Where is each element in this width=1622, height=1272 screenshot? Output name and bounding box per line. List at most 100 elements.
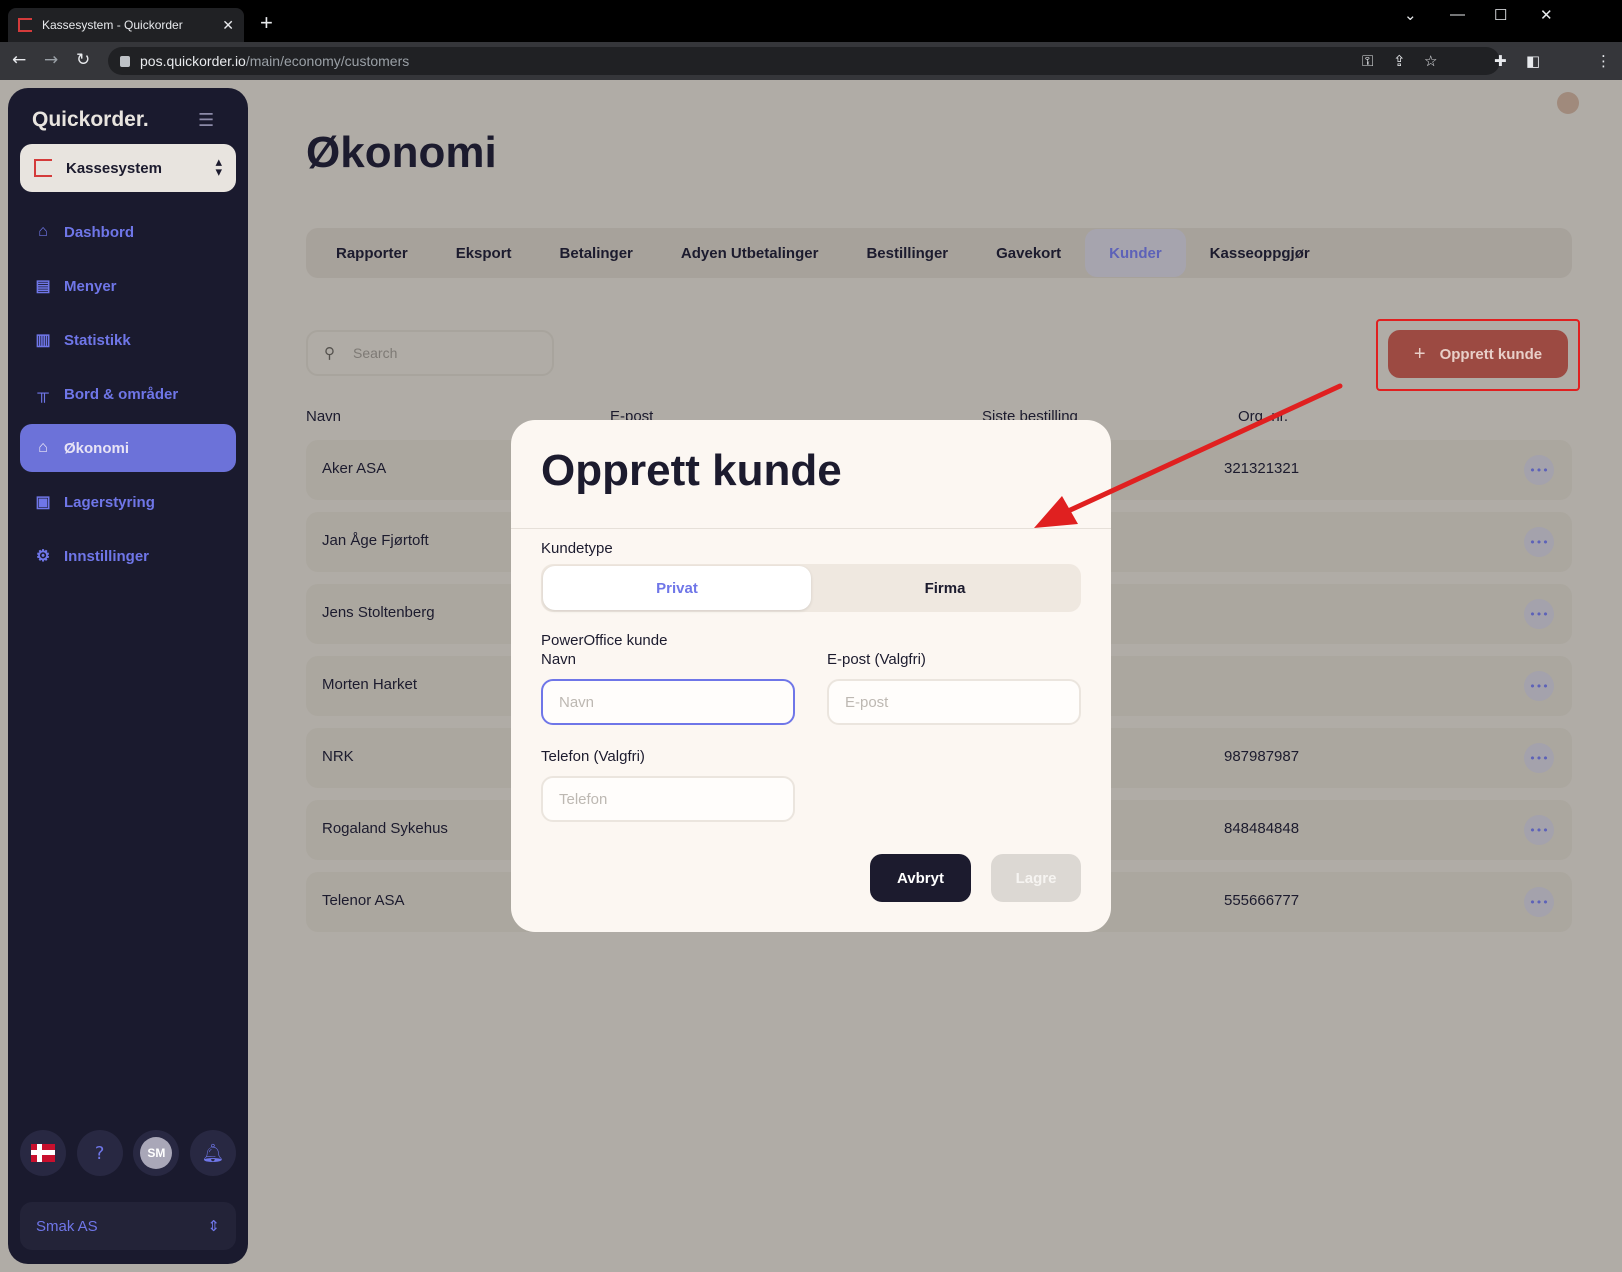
chevron-updown-icon: ⇕	[207, 1218, 220, 1235]
extensions-icon[interactable]: ✚	[1494, 52, 1507, 70]
more-options-icon[interactable]: •••	[1524, 815, 1554, 845]
customer-name: NRK	[322, 748, 354, 765]
sidebar-item-label: Lagerstyring	[64, 493, 155, 511]
organization-selector[interactable]: Smak AS ⇕	[20, 1202, 236, 1250]
brand-logo: Quickorder.	[32, 108, 149, 131]
more-options-icon[interactable]: •••	[1524, 671, 1554, 701]
chart-icon: ▥	[35, 332, 51, 349]
sidebar-item-label: Statistikk	[64, 331, 131, 349]
browser-tab-strip: Kassesystem - Quickorder ✕ + ⌄ — ☐ ✕	[0, 0, 1622, 42]
system-selector[interactable]: Kassesystem ▴ ▾	[20, 144, 236, 192]
close-window-icon[interactable]: ✕	[1540, 6, 1553, 24]
back-icon[interactable]: ←	[12, 50, 26, 70]
column-header-org-number: Org. nr.	[1238, 408, 1289, 425]
customer-name: Telenor ASA	[322, 892, 405, 909]
home-icon: ⌂	[38, 223, 48, 240]
customer-org-number: 987987987	[1224, 748, 1300, 765]
sidebar: Quickorder. ☰ Kassesystem ▴ ▾ ⌂ Dashbord ▤…	[8, 88, 248, 1264]
new-tab-icon[interactable]: +	[260, 10, 273, 36]
email-field[interactable]	[827, 679, 1081, 725]
name-label: Navn	[541, 651, 577, 668]
maximize-icon[interactable]: ☐	[1494, 6, 1507, 24]
search-placeholder: Search	[353, 345, 398, 361]
sidebar-item-label: Innstillinger	[64, 547, 150, 565]
sidebar-item-okonomi[interactable]: ⌂ Økonomi	[20, 424, 236, 472]
tab-search-icon[interactable]: ⌄	[1404, 6, 1417, 24]
sidebar-footer-actions: ? SM 🔔︎	[20, 1130, 236, 1176]
column-header-name: Navn	[306, 408, 342, 425]
kebab-menu-icon[interactable]: ⋮	[1596, 52, 1611, 70]
sidebar-item-label: Dashbord	[64, 223, 135, 241]
sidebar-item-label: Menyer	[64, 277, 117, 295]
book-icon: ▤	[35, 278, 51, 295]
cancel-button[interactable]: Avbryt	[870, 854, 971, 902]
more-options-icon[interactable]: •••	[1524, 599, 1554, 629]
more-options-icon[interactable]: •••	[1524, 887, 1554, 917]
tab-rapporter[interactable]: Rapporter	[312, 229, 432, 277]
customer-type-toggle: Privat Firma	[541, 564, 1081, 612]
customer-type-label: Kundetype	[541, 540, 613, 557]
segment-private[interactable]: Privat	[543, 566, 811, 610]
name-field[interactable]	[541, 679, 795, 725]
organization-label: Smak AS	[36, 1217, 98, 1235]
customer-name: Jens Stoltenberg	[322, 604, 435, 621]
minimize-icon[interactable]: —	[1450, 6, 1465, 23]
forward-icon[interactable]: →	[44, 50, 58, 70]
browser-tab[interactable]: Kassesystem - Quickorder ✕	[8, 8, 244, 42]
user-button[interactable]: SM	[133, 1130, 180, 1176]
tab-eksport[interactable]: Eksport	[432, 229, 536, 277]
page-title: Økonomi	[306, 128, 497, 177]
sidebar-item-lagerstyring[interactable]: ▣ Lagerstyring	[20, 478, 236, 526]
system-selector-label: Kassesystem	[66, 159, 162, 177]
key-icon[interactable]: ⚿	[1362, 52, 1373, 70]
sidebar-item-menyer[interactable]: ▤ Menyer	[20, 262, 236, 310]
language-button[interactable]	[20, 1130, 66, 1176]
archive-icon: ▣	[35, 494, 51, 511]
chevron-updown-icon: ▴ ▾	[215, 155, 222, 180]
customer-name: Aker ASA	[322, 460, 387, 477]
more-options-icon[interactable]: •••	[1524, 455, 1554, 485]
side-panel-icon[interactable]: ◧	[1526, 52, 1540, 70]
notifications-button[interactable]: 🔔︎	[189, 1130, 236, 1176]
url-path: /main/economy/customers	[245, 53, 410, 69]
sidebar-item-bord[interactable]: ╥ Bord & områder	[20, 370, 236, 418]
tab-betalinger[interactable]: Betalinger	[536, 229, 657, 277]
sidebar-item-dashbord[interactable]: ⌂ Dashbord	[20, 208, 236, 256]
sidebar-item-statistikk[interactable]: ▥ Statistikk	[20, 316, 236, 364]
sidebar-item-label: Økonomi	[64, 439, 130, 457]
star-icon[interactable]: ☆	[1424, 52, 1437, 70]
close-tab-icon[interactable]: ✕	[222, 17, 234, 34]
customer-name: Morten Harket	[322, 676, 418, 693]
browser-tab-title: Kassesystem - Quickorder	[42, 18, 183, 32]
create-customer-button[interactable]: + Opprett kunde	[1388, 330, 1568, 378]
sidebar-item-innstillinger[interactable]: ⚙ Innstillinger	[20, 532, 236, 580]
tab-kunder[interactable]: Kunder	[1085, 229, 1186, 277]
email-label: E-post (Valgfri)	[827, 651, 926, 668]
search-input[interactable]: ⚲ Search	[306, 330, 554, 376]
bell-icon: 🔔︎	[201, 1142, 225, 1164]
search-icon: ⚲	[324, 345, 335, 362]
tab-gavekort[interactable]: Gavekort	[972, 229, 1085, 277]
create-customer-dialog: Opprett kunde Kundetype Privat Firma Pow…	[511, 420, 1111, 932]
sidebar-item-label: Bord & områder	[64, 385, 179, 403]
phone-label: Telefon (Valgfri)	[541, 748, 645, 765]
tab-bestillinger[interactable]: Bestillinger	[842, 229, 972, 277]
avatar: SM	[140, 1137, 173, 1169]
segment-company[interactable]: Firma	[811, 566, 1079, 610]
help-button[interactable]: ?	[76, 1130, 123, 1176]
customer-org-number: 321321321	[1224, 460, 1300, 477]
url-bar[interactable]: pos.quickorder.io/main/economy/customers	[108, 47, 1500, 75]
collapse-sidebar-icon[interactable]: ☰	[198, 110, 214, 131]
phone-field[interactable]	[541, 776, 795, 822]
more-options-icon[interactable]: •••	[1524, 527, 1554, 557]
save-button[interactable]: Lagre	[991, 854, 1081, 902]
norway-flag-icon	[31, 1144, 55, 1162]
dialog-title: Opprett kunde	[541, 446, 842, 495]
customer-name: Rogaland Sykehus	[322, 820, 448, 837]
tab-kasseoppgjor[interactable]: Kasseoppgjør	[1186, 229, 1334, 277]
gear-icon: ⚙	[35, 548, 51, 565]
reload-icon[interactable]: ↻	[76, 50, 90, 70]
share-icon[interactable]: ⇪	[1393, 52, 1406, 70]
tab-adyen-utbetalinger[interactable]: Adyen Utbetalinger	[657, 229, 843, 277]
more-options-icon[interactable]: •••	[1524, 743, 1554, 773]
